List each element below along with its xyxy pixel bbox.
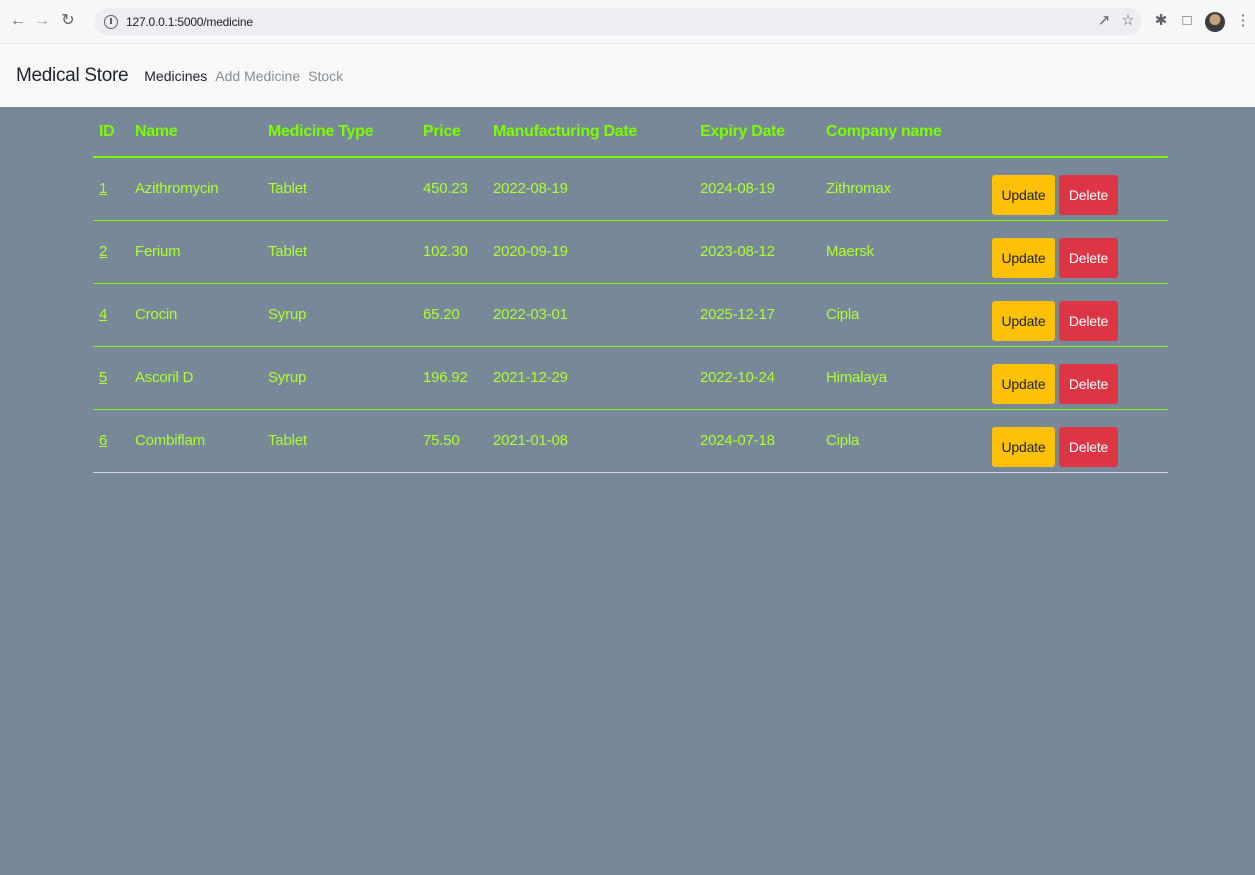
header-expiry-date: Expiry Date: [700, 122, 785, 140]
table-header-row: ID Name Medicine Type Price Manufacturin…: [93, 107, 1168, 157]
row-price: 450.23: [423, 180, 468, 198]
row-expiry-date: 2023-08-12: [700, 243, 775, 260]
row-name: Combiflam: [135, 432, 205, 449]
row-id-link[interactable]: 4: [99, 306, 107, 323]
reload-icon[interactable]: ↻: [58, 11, 78, 31]
delete-button[interactable]: Delete: [1059, 426, 1118, 467]
header-price: Price: [423, 122, 461, 140]
row-mfg-date: 2022-03-01: [493, 306, 568, 323]
browser-toolbar: ← → ↻ 127.0.0.1:5000/medicine ↗ ☆ ✱ □ ⋮: [0, 0, 1255, 44]
back-arrow-icon[interactable]: ←: [8, 11, 28, 31]
table-row: 1 Azithromycin Tablet 450.23 2022-08-19 …: [93, 157, 1168, 220]
row-mfg-date: 2020-09-19: [493, 243, 568, 260]
update-button[interactable]: Update: [992, 363, 1055, 404]
row-price: 196.92: [423, 369, 468, 386]
row-expiry-date: 2024-07-18: [700, 432, 775, 449]
header-medicine-type: Medicine Type: [268, 122, 374, 140]
row-company: Himalaya: [826, 369, 887, 386]
row-price: 102.30: [423, 243, 468, 260]
row-type: Tablet: [268, 180, 307, 198]
header-id: ID: [99, 122, 115, 140]
row-type: Tablet: [268, 243, 307, 260]
row-mfg-date: 2021-01-08: [493, 432, 568, 449]
brand-title[interactable]: Medical Store: [16, 65, 129, 87]
row-expiry-date: 2025-12-17: [700, 306, 775, 323]
header-manufacturing-date: Manufacturing Date: [493, 122, 637, 140]
row-company: Zithromax: [826, 180, 891, 198]
table-row: 5 Ascoril D Syrup 196.92 2021-12-29 2022…: [93, 346, 1168, 409]
extensions-puzzle-icon[interactable]: ✱: [1150, 9, 1172, 31]
header-company-name: Company name: [826, 122, 942, 140]
row-price: 65.20: [423, 306, 460, 323]
row-company: Cipla: [826, 306, 860, 323]
app-navbar: Medical Store Medicines Add Medicine Sto…: [0, 44, 1255, 107]
nav-link-add-medicine[interactable]: Add Medicine: [215, 68, 300, 84]
row-type: Syrup: [268, 306, 307, 323]
row-name: Ferium: [135, 243, 181, 260]
delete-button[interactable]: Delete: [1059, 237, 1118, 278]
medicine-table: ID Name Medicine Type Price Manufacturin…: [93, 107, 1168, 473]
row-company: Maersk: [826, 243, 874, 260]
table-row: 4 Crocin Syrup 65.20 2022-03-01 2025-12-…: [93, 283, 1168, 346]
row-price: 75.50: [423, 432, 460, 449]
nav-link-stock[interactable]: Stock: [308, 68, 343, 84]
nav-link-medicines[interactable]: Medicines: [144, 68, 207, 84]
update-button[interactable]: Update: [992, 237, 1055, 278]
table-row: 2 Ferium Tablet 102.30 2020-09-19 2023-0…: [93, 220, 1168, 283]
row-id-link[interactable]: 5: [99, 369, 107, 386]
delete-button[interactable]: Delete: [1059, 174, 1118, 215]
address-bar[interactable]: 127.0.0.1:5000/medicine: [94, 8, 1142, 35]
row-id-link[interactable]: 6: [99, 432, 107, 449]
update-button[interactable]: Update: [992, 174, 1055, 215]
row-name: Ascoril D: [135, 369, 194, 386]
bookmark-star-icon[interactable]: ☆: [1117, 9, 1139, 31]
profile-avatar[interactable]: [1205, 12, 1225, 32]
row-expiry-date: 2022-10-24: [700, 369, 775, 386]
delete-button[interactable]: Delete: [1059, 300, 1118, 341]
update-button[interactable]: Update: [992, 426, 1055, 467]
row-mfg-date: 2021-12-29: [493, 369, 568, 386]
row-type: Tablet: [268, 432, 307, 449]
row-company: Cipla: [826, 432, 860, 449]
row-mfg-date: 2022-08-19: [493, 180, 568, 198]
row-id-link[interactable]: 2: [99, 243, 107, 260]
row-type: Syrup: [268, 369, 307, 386]
site-info-icon[interactable]: [104, 14, 118, 29]
url-text[interactable]: 127.0.0.1:5000/medicine: [126, 15, 253, 29]
forward-arrow-icon[interactable]: →: [32, 11, 52, 31]
side-panel-icon[interactable]: □: [1176, 9, 1198, 31]
header-name: Name: [135, 122, 178, 140]
row-name: Crocin: [135, 306, 178, 323]
medicine-table-container: ID Name Medicine Type Price Manufacturin…: [93, 107, 1168, 473]
table-row: 6 Combiflam Tablet 75.50 2021-01-08 2024…: [93, 409, 1168, 472]
menu-kebab-icon[interactable]: ⋮: [1232, 9, 1254, 31]
row-id-link[interactable]: 1: [99, 180, 107, 197]
nav-links: Medicines Add Medicine Stock: [144, 68, 343, 84]
delete-button[interactable]: Delete: [1059, 363, 1118, 404]
row-name: Azithromycin: [135, 180, 219, 198]
header-actions: [988, 107, 1168, 157]
row-expiry-date: 2024-08-19: [700, 180, 775, 198]
update-button[interactable]: Update: [992, 300, 1055, 341]
share-icon[interactable]: ↗: [1093, 9, 1115, 31]
